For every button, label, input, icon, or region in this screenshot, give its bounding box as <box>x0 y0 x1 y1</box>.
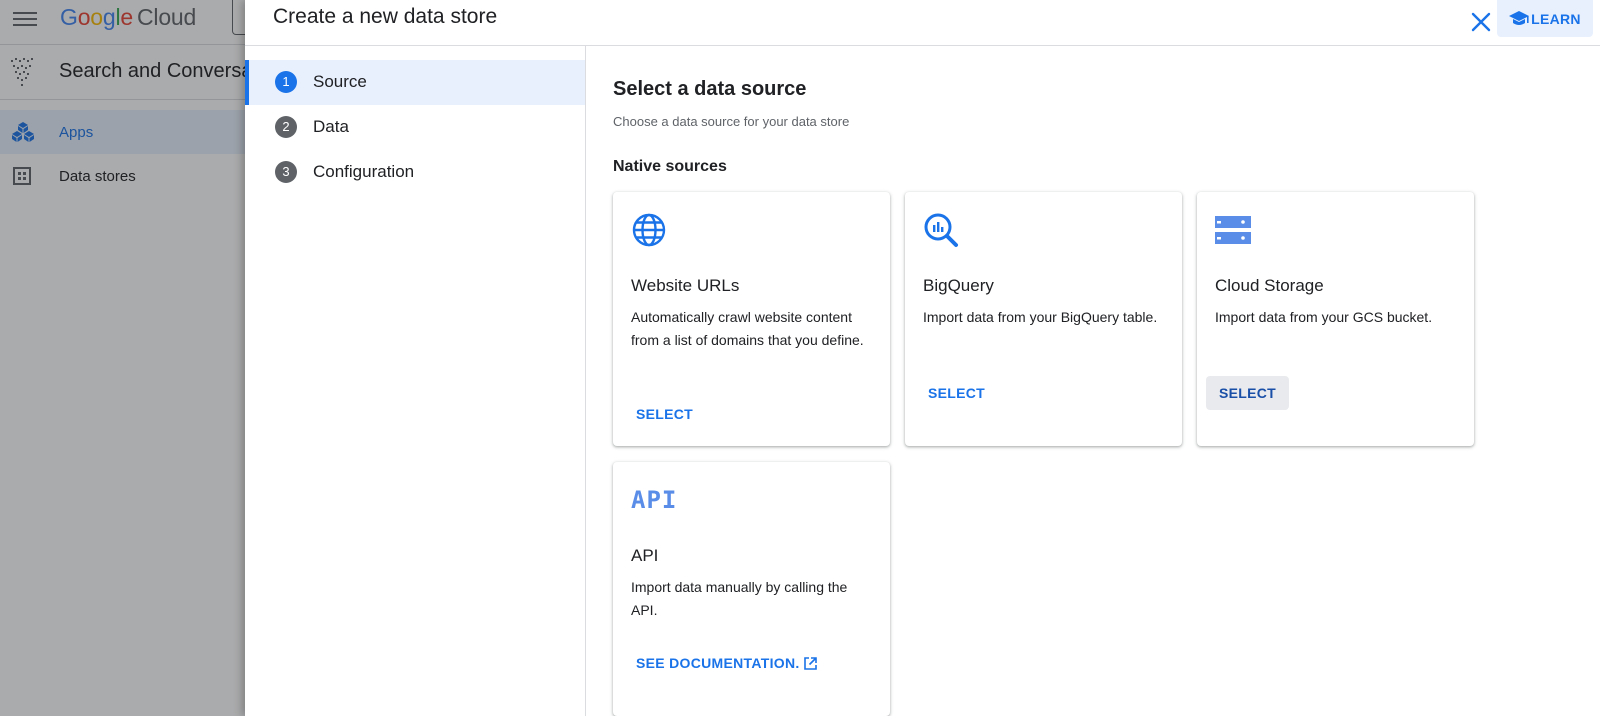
step-number: 2 <box>275 116 297 138</box>
step-label: Configuration <box>313 162 415 181</box>
card-title: Cloud Storage <box>1215 276 1324 295</box>
cloud-storage-icon <box>1215 216 1251 244</box>
section-heading: Select a data source <box>613 78 807 100</box>
button-label: SEE DOCUMENTATION. <box>636 655 800 671</box>
card-website-urls: Website URLs Automatically crawl website… <box>613 192 890 446</box>
close-icon <box>1471 12 1491 32</box>
native-sources-title: Native sources <box>613 158 727 175</box>
card-api: API API Import data manually by calling … <box>613 462 890 716</box>
api-icon: API <box>631 486 677 522</box>
close-button[interactable] <box>1463 4 1499 40</box>
step-source[interactable]: 1 Source <box>245 60 585 105</box>
open-in-new-icon <box>803 656 817 670</box>
stepper: 1 Source 2 Data 3 Configuration <box>245 46 586 716</box>
card-title: BigQuery <box>923 276 994 295</box>
bigquery-icon <box>924 213 958 247</box>
learn-button[interactable]: LEARN <box>1497 0 1593 37</box>
step-label: Source <box>313 72 367 91</box>
school-icon <box>1509 10 1530 25</box>
card-description: Automatically crawl website content from… <box>631 309 864 348</box>
step-number: 1 <box>275 71 297 93</box>
step-configuration[interactable]: 3 Configuration <box>245 150 585 195</box>
section-subheading: Choose a data source for your data store <box>613 114 850 129</box>
card-bigquery: BigQuery Import data from your BigQuery … <box>905 192 1182 446</box>
step-label: Data <box>313 117 349 136</box>
step-number: 3 <box>275 161 297 183</box>
card-cloud-storage: Cloud Storage Import data from your GCS … <box>1197 192 1474 446</box>
select-button[interactable]: SELECT <box>918 376 995 410</box>
api-icon-text: API <box>631 486 678 514</box>
learn-label: LEARN <box>1531 10 1581 27</box>
card-description: Import data manually by calling the API. <box>631 579 848 618</box>
content-area: Select a data source Choose a data sourc… <box>586 46 1600 716</box>
panel-header: Create a new data store LEARN <box>245 0 1600 46</box>
see-documentation-button[interactable]: SEE DOCUMENTATION. <box>626 646 827 680</box>
card-title: API <box>631 546 659 565</box>
card-title: Website URLs <box>631 276 740 295</box>
panel-title: Create a new data store <box>273 5 498 28</box>
card-description: Import data from your GCS bucket. <box>1215 309 1433 325</box>
create-data-store-panel: Create a new data store LEARN 1 Source 2… <box>245 0 1600 716</box>
card-description: Import data from your BigQuery table. <box>923 309 1158 325</box>
select-button[interactable]: SELECT <box>626 397 703 431</box>
globe-icon <box>632 213 666 247</box>
select-button[interactable]: SELECT <box>1206 376 1290 410</box>
step-data[interactable]: 2 Data <box>245 105 585 150</box>
